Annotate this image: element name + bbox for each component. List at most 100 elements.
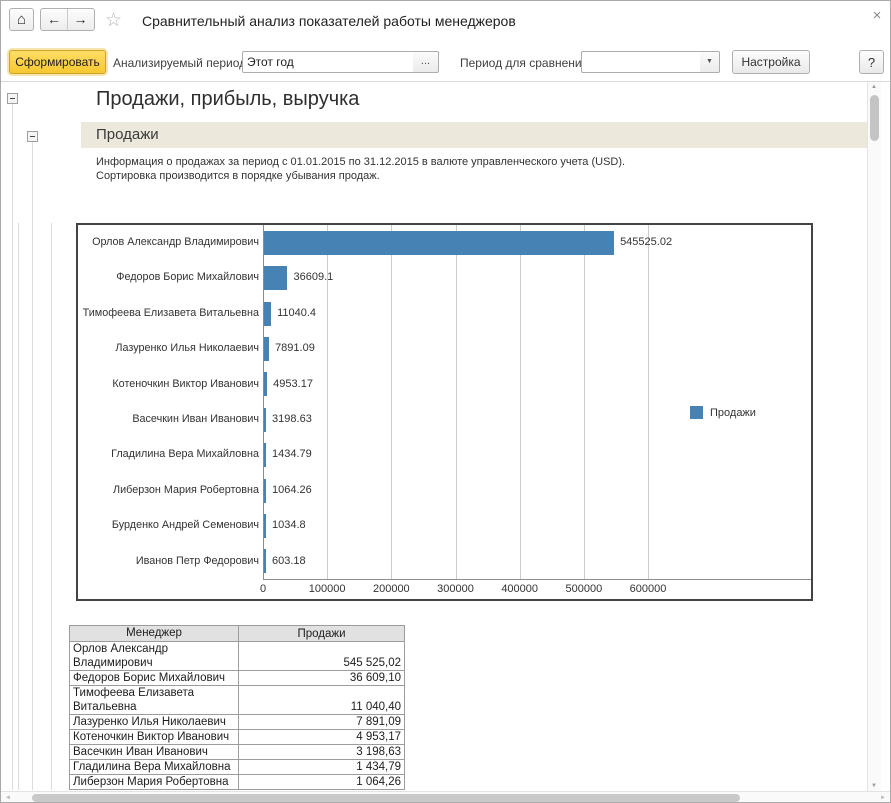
chart-category-label: Гладилина Вера Михайловна [111,448,259,461]
legend-swatch-icon [690,406,703,419]
chart-gridline [455,225,457,579]
table-cell-manager[interactable]: Либерзон Мария Робертовна [69,774,239,790]
chart-bar[interactable] [264,443,266,468]
chart-bar-value: 4953.17 [273,377,313,390]
page-title: Сравнительный анализ показателей работы … [142,13,516,29]
chart-bar[interactable] [264,301,272,326]
close-icon[interactable]: × [869,7,885,24]
favorite-star-icon[interactable]: ☆ [105,9,122,32]
section-title: Продажи [96,126,159,143]
chart-bar[interactable] [264,549,266,574]
table-cell-manager[interactable]: Тимофеева Елизавета Витальевна [69,685,239,715]
compare-dropdown-icon[interactable]: ▼ [700,51,720,73]
table-row: Федоров Борис Михайлович 36 609,10 [69,670,405,686]
table-cell-sales[interactable]: 36 609,10 [238,670,405,686]
period-label: Анализируемый период: [113,56,250,70]
chart-bar-value: 545525.02 [620,236,673,248]
chart-x-tick-label: 500000 [565,583,603,595]
chart-category-label: Васечкин Иван Иванович [132,413,259,425]
table-row: Гладилина Вера Михайловна 1 434,79 [69,759,405,775]
chart-bar-value: 1034.8 [272,519,306,532]
chart-category-label: Иванов Петр Федорович [135,554,259,567]
tree-line [18,223,19,790]
chart-x-tick-label: 100000 [308,583,346,595]
horizontal-scrollbar-thumb[interactable] [32,794,740,802]
chart-category-label: Тимофеева Елизавета Витальевна [82,306,259,319]
forward-arrow-icon[interactable]: → [67,9,94,30]
sales-table: Менеджер Продажи Орлов Александр Владимиро… [69,625,405,790]
table-row: Тимофеева Елизавета Витальевна 11 040,40 [69,685,405,715]
chart-gridline [648,225,650,579]
period-ellipsis-button[interactable]: ... [413,51,439,73]
scroll-up-icon[interactable]: ▲ [871,84,877,90]
table-cell-sales[interactable]: 3 198,63 [238,744,405,760]
help-button[interactable]: ? [859,50,884,74]
table-cell-sales[interactable]: 1 064,26 [238,774,405,790]
chart-plot-area: Продажи 0 100000 200000 300000 400000 500000 6… [78,225,811,599]
scroll-right-icon[interactable]: ► [880,795,886,801]
chart-bar[interactable] [264,407,267,432]
home-button[interactable]: ⌂ [9,8,34,31]
period-input[interactable] [242,51,414,73]
report-group-title: Продажи, прибыль, выручка [96,88,360,110]
table-cell-sales[interactable]: 545 525,02 [238,641,405,671]
table-row: Лазуренко Илья Николаевич 7 891,09 [69,714,405,730]
table-cell-sales[interactable]: 1 434,79 [238,759,405,775]
table-cell-manager[interactable]: Котеночкин Виктор Иванович [69,729,239,745]
chart-bar-value: 3198.63 [272,413,312,425]
scroll-down-icon[interactable]: ▼ [871,783,877,789]
table-header-row: Менеджер Продажи [69,625,405,642]
table-cell-sales[interactable]: 11 040,40 [238,685,405,715]
table-cell-sales[interactable]: 4 953,17 [238,729,405,745]
sales-bar-chart: Продажи 0 100000 200000 300000 400000 500000 6… [76,223,813,601]
chart-gridline [391,225,393,579]
table-cell-manager[interactable]: Гладилина Вера Михайловна [69,759,239,775]
chart-bar-value: 11040.4 [277,306,317,319]
compare-period-input[interactable] [581,51,701,73]
legend-label: Продажи [710,407,756,419]
table-cell-sales[interactable]: 7 891,09 [238,714,405,730]
report-description-line2: Сортировка производится в порядке убыван… [96,170,380,182]
table-header-cell[interactable]: Менеджер [69,625,239,642]
table-cell-manager[interactable]: Орлов Александр Владимирович [69,641,239,671]
collapse-group-1-button[interactable] [7,93,18,104]
settings-button[interactable]: Настройка [732,50,810,74]
chart-bar-value: 1064.26 [272,483,312,496]
title-bar: ⌂ ← → ☆ Сравнительный анализ показателей… [1,1,890,41]
report-toolbar: Сформировать Анализируемый период: ... П… [1,41,890,82]
chart-bar[interactable] [264,230,615,255]
section-header: Продажи [81,122,867,148]
chart-category-label: Орлов Александр Владимирович [92,236,259,248]
chart-category-label: Бурденко Андрей Семенович [111,519,259,532]
chart-x-tick-label: 200000 [372,583,410,595]
chart-bar[interactable] [264,372,268,397]
table-header-cell[interactable]: Продажи [238,625,405,642]
scroll-left-icon[interactable]: ◄ [5,795,11,801]
chart-bar[interactable] [264,336,270,361]
chart-bar[interactable] [264,478,266,503]
generate-button[interactable]: Сформировать [9,50,106,74]
table-row: Васечкин Иван Иванович 3 198,63 [69,744,405,760]
chart-x-tick-label: 300000 [437,583,474,595]
report-content: Продажи, прибыль, выручка Продажи Информ… [1,82,867,791]
chart-x-tick-label: 600000 [629,583,667,595]
back-arrow-icon[interactable]: ← [41,9,68,30]
chart-gridline [583,225,585,579]
table-cell-manager[interactable]: Федоров Борис Михайлович [69,670,239,686]
tree-line [12,104,13,790]
compare-period-label: Период для сравнения: [460,56,592,70]
vertical-scrollbar[interactable]: ▲ ▼ [867,82,881,791]
chart-bar[interactable] [264,266,288,291]
table-cell-manager[interactable]: Васечкин Иван Иванович [69,744,239,760]
chart-x-tick-label: 400000 [501,583,539,595]
chart-bar-value: 603.18 [272,554,306,567]
collapse-group-2-button[interactable] [27,131,38,142]
table-cell-manager[interactable]: Лазуренко Илья Николаевич [69,714,239,730]
tree-line [32,142,33,790]
chart-bar-value: 1434.79 [272,448,312,461]
horizontal-scrollbar[interactable]: ◄ ► [1,791,890,802]
chart-x-tick-label: 0 [259,583,267,595]
chart-category-label: Котеночкин Виктор Иванович [112,377,259,390]
chart-bar[interactable] [264,513,266,538]
vertical-scrollbar-thumb[interactable] [870,95,879,141]
